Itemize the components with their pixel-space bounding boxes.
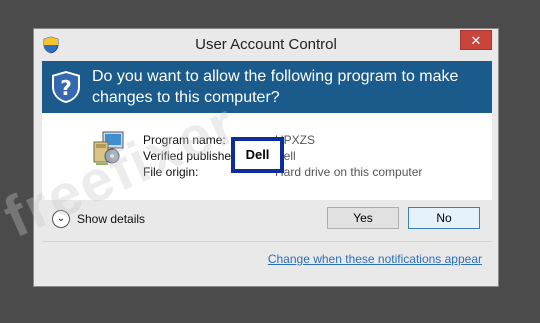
close-button[interactable]: ✕ [460,30,492,50]
publisher-value: Dell [275,149,296,163]
no-button[interactable]: No [408,207,480,229]
file-origin-value: Hard drive on this computer [275,165,423,179]
publisher-label: Verified publisher: [143,149,239,163]
publisher-highlight-text: Dell [235,141,280,169]
prompt-banner: ? Do you want to allow the following pro… [42,61,492,113]
uac-dialog: User Account Control ✕ ? Do you want to … [33,28,499,287]
yes-button[interactable]: Yes [327,207,399,229]
prompt-question: Do you want to allow the following progr… [92,68,459,106]
info-labels: Program name: Verified publisher: File o… [143,132,238,180]
program-name-label: Program name: [143,133,226,147]
change-notifications-link[interactable]: Change when these notifications appear [268,252,482,266]
show-details-label: Show details [77,212,146,226]
uac-shield-icon: ? [52,71,80,103]
program-details-panel: Program name: Verified publisher: File o… [42,113,492,200]
title-bar: User Account Control ✕ [34,29,498,61]
window-title: User Account Control [195,36,337,53]
info-values: UPXZS Dell Hard drive on this computer [275,132,422,180]
chevron-down-icon: ⌄ [52,210,70,228]
installer-program-icon [93,131,124,165]
show-details-toggle[interactable]: ⌄ Show details [52,210,145,228]
publisher-highlight-box: Dell [231,137,284,173]
file-origin-label: File origin: [143,165,199,179]
svg-text:?: ? [60,76,72,100]
program-name-value: UPXZS [275,133,316,147]
footer-divider [42,241,492,242]
